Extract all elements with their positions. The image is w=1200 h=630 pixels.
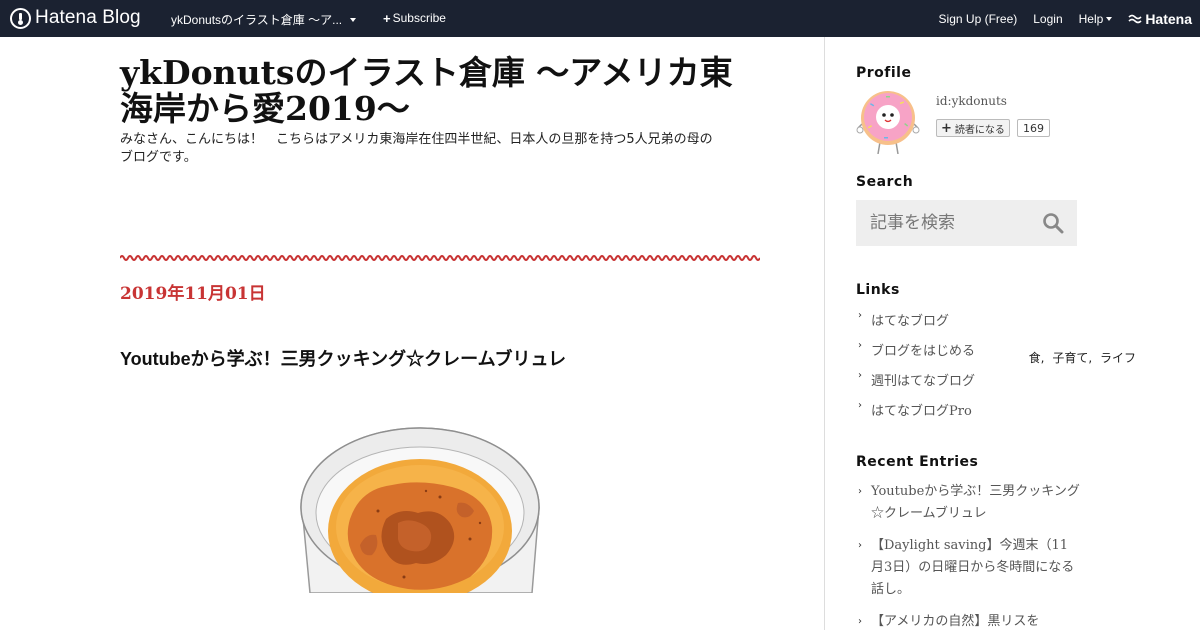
search-heading: Search [856,174,914,190]
blog-switcher[interactable]: ykDonutsのイラスト倉庫 ～ア... [171,11,357,28]
reader-button-label: 読者になる [954,124,1005,136]
recent-entries-heading: Recent Entries [856,454,979,470]
logo-text: Hatena Blog [35,7,141,28]
chevron-right-icon: › [858,486,862,497]
chevron-right-icon: › [858,310,862,321]
entry-categories: 食, 子育て, ライフ [1025,349,1136,366]
chevron-right-icon: › [858,400,862,411]
recent-entries-list: › Youtubeから学ぶ！三男クッキング☆クレームブリュレ › 【Daylight… [858,481,1080,630]
category-link[interactable]: 子育て, [1052,351,1092,365]
help-label: Help [1078,11,1104,26]
hatena-blog-logo[interactable]: Hatena Blog [10,7,141,29]
list-item[interactable]: › 【アメリカの自然】黒リスを [858,611,1080,630]
plus-icon: + [383,10,391,26]
link-label: 週刊はてなブログ [871,374,976,389]
subscribe-label: Subscribe [392,11,446,25]
list-item[interactable]: › 【Daylight saving】今週末（11月3日）の日曜日から冬時間になる… [858,535,1080,601]
links-heading: Links [856,282,900,298]
link-label: はてなブログPro [871,404,972,419]
hatena-wave-icon [1128,14,1142,23]
links-list: › はてなブログ › ブログをはじめる › 週刊はてなブログ › はてなブログPro [858,310,975,430]
list-item[interactable]: › 週刊はてなブログ [858,370,975,400]
profile-id-link[interactable]: id:ykdonuts [936,94,1007,108]
subscribe-button[interactable]: + Subscribe [383,11,446,25]
category-link[interactable]: ライフ [1100,351,1136,365]
subscribe-reader-button[interactable]: + 読者になる [936,119,1010,137]
link-label: はてなブログ [871,314,950,329]
search-form [856,200,1077,246]
category-link[interactable]: 食, [1029,351,1045,365]
global-header: Hatena Blog ykDonutsのイラスト倉庫 ～ア... + Subs… [0,0,1200,37]
hatena-blog-logo-icon [10,7,31,29]
search-icon[interactable] [1042,212,1064,234]
header-links: Sign Up (Free) Login Help Hatena [923,0,1192,37]
chevron-right-icon: › [858,616,862,627]
list-item[interactable]: › はてなブログPro [858,400,975,430]
wavy-divider [120,255,760,261]
chevron-down-icon [350,17,357,22]
blog-description: みなさん、こんにちは！ こちらはアメリカ東海岸在住四半世紀、日本人の旦那を持つ5… [120,132,713,165]
sidebar-divider [824,37,825,630]
avatar[interactable] [856,90,920,155]
profile-heading: Profile [856,65,912,81]
entry-title[interactable]: Youtubeから学ぶ！三男クッキング☆クレームブリュレ [120,345,566,371]
plus-icon: + [941,120,952,136]
help-menu[interactable]: Help [1079,12,1113,26]
hatena-brand-label: Hatena [1145,10,1192,27]
login-link[interactable]: Login [1033,12,1062,26]
chevron-right-icon: › [858,340,862,351]
reader-count-badge[interactable]: 169 [1017,119,1050,137]
list-item[interactable]: › ブログをはじめる [858,340,975,370]
list-item[interactable]: › はてなブログ [858,310,975,340]
chevron-right-icon: › [858,370,862,381]
search-input[interactable] [856,200,1036,246]
chevron-right-icon: › [858,540,862,551]
list-item[interactable]: › Youtubeから学ぶ！三男クッキング☆クレームブリュレ [858,481,1080,525]
entry-date[interactable]: 2019年11月01日 [120,279,266,304]
signup-link[interactable]: Sign Up (Free) [939,12,1018,26]
blog-title[interactable]: ykDonutsのイラスト倉庫 ～アメリカ東海岸から愛2019～ [120,55,740,127]
link-label: ブログをはじめる [871,344,976,359]
hatena-brand-link[interactable]: Hatena [1128,11,1192,27]
chevron-down-icon [1106,16,1113,21]
recent-entry-title: Youtubeから学ぶ！三男クッキング☆クレームブリュレ [871,484,1080,521]
creme-brulee-illustration [300,427,542,593]
recent-entry-title: 【Daylight saving】今週末（11月3日）の日曜日から冬時間になる話… [871,538,1075,597]
blog-switcher-label: ykDonutsのイラスト倉庫 ～ア... [171,13,343,27]
recent-entry-title: 【アメリカの自然】黒リスを [871,614,1040,629]
